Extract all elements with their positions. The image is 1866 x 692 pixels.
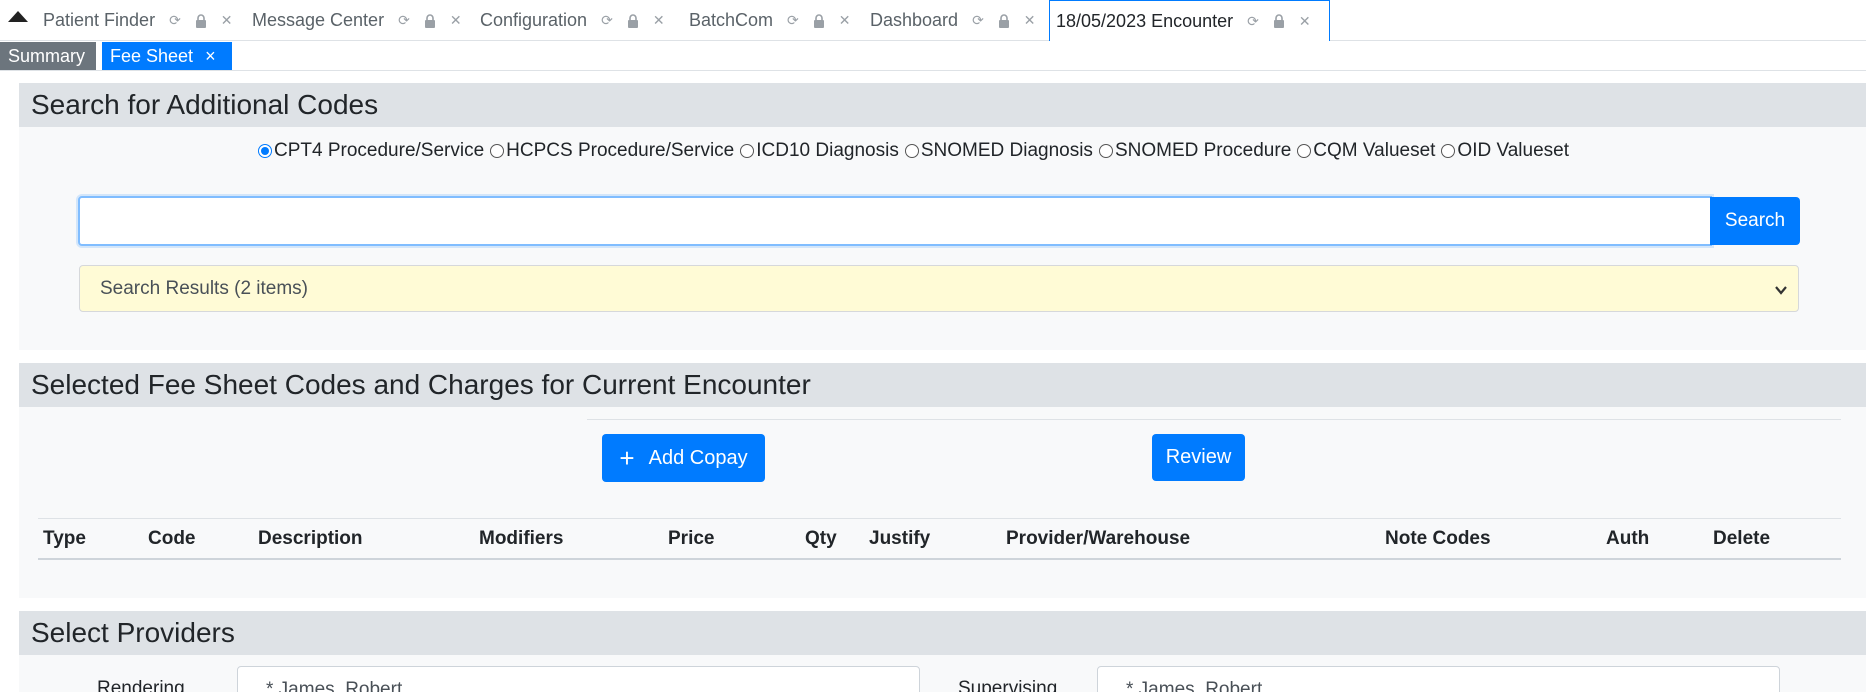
refresh-icon[interactable]: ⟳ — [972, 12, 984, 29]
tab-configuration[interactable]: Configuration ⟳ ✕ — [480, 0, 679, 41]
collapse-up-icon[interactable] — [7, 9, 29, 23]
tab-encounter[interactable]: 18/05/2023 Encounter ⟳ ✕ — [1049, 0, 1330, 41]
code-type-radio-group: CPT4 Procedure/Service HCPCS Procedure/S… — [258, 140, 1575, 162]
tab-label: BatchCom — [689, 10, 774, 30]
table-header-border — [38, 558, 1841, 560]
rendering-value: * James, Robert — [266, 679, 403, 692]
radio-oid-valueset[interactable]: OID Valueset — [1441, 140, 1575, 162]
lock-icon[interactable] — [627, 13, 639, 28]
column-header: Code — [148, 528, 196, 549]
column-header: Modifiers — [479, 528, 564, 549]
close-icon[interactable]: ✕ — [839, 12, 851, 29]
close-icon[interactable]: ✕ — [653, 12, 665, 29]
close-icon[interactable]: ✕ — [1299, 13, 1311, 30]
search-results-select[interactable]: Search Results (2 items) — [79, 265, 1799, 312]
refresh-icon[interactable]: ⟳ — [787, 12, 799, 29]
column-header: Justify — [869, 528, 931, 549]
tab-label: Message Center — [252, 10, 385, 30]
supervising-provider-select[interactable]: * James, Robert — [1097, 666, 1780, 692]
results-label: Search Results (2 items) — [100, 277, 309, 299]
fee-sheet-codes-section: Selected Fee Sheet Codes and Charges for… — [19, 363, 1866, 598]
close-icon[interactable]: ✕ — [221, 12, 233, 29]
search-button[interactable]: Search — [1710, 197, 1800, 245]
section-title: Selected Fee Sheet Codes and Charges for… — [19, 363, 1866, 407]
radio-icd10[interactable]: ICD10 Diagnosis — [740, 140, 905, 162]
close-icon[interactable]: × — [205, 46, 216, 67]
radio-snomed-procedure[interactable]: SNOMED Procedure — [1098, 140, 1297, 162]
plus-icon: + — [619, 443, 635, 473]
code-search-input[interactable] — [78, 196, 1712, 246]
column-header: Type — [43, 528, 86, 549]
tab-message-center[interactable]: Message Center ⟳ ✕ — [252, 0, 476, 41]
close-icon[interactable]: ✕ — [1024, 12, 1036, 29]
tab-batchcom[interactable]: BatchCom ⟳ ✕ — [689, 0, 865, 41]
lock-icon[interactable] — [195, 13, 207, 28]
radio-label: SNOMED Procedure — [1114, 140, 1292, 161]
radio-label: OID Valueset — [1457, 140, 1570, 161]
top-tab-bar: Patient Finder ⟳ ✕ Message Center ⟳ ✕ Co… — [0, 0, 1866, 41]
radio-label: CPT4 Procedure/Service — [274, 140, 485, 161]
rendering-label: Rendering — [97, 678, 185, 692]
tab-dashboard[interactable]: Dashboard ⟳ ✕ — [870, 0, 1050, 41]
refresh-icon[interactable]: ⟳ — [601, 12, 613, 29]
radio-hcpcs[interactable]: HCPCS Procedure/Service — [490, 140, 740, 162]
tab-patient-finder[interactable]: Patient Finder ⟳ ✕ — [43, 0, 247, 41]
add-copay-label: Add Copay — [648, 446, 748, 469]
section-title: Select Providers — [19, 611, 1866, 655]
rendering-provider-select[interactable]: * James, Robert — [237, 666, 920, 692]
subtab-label: Summary — [8, 45, 86, 66]
column-header: Price — [668, 528, 715, 549]
radio-unchecked-icon[interactable] — [1098, 144, 1113, 158]
radio-label: ICD10 Diagnosis — [756, 140, 899, 161]
subtab-fee-sheet[interactable]: Fee Sheet × — [102, 42, 232, 70]
radio-unchecked-icon[interactable] — [490, 144, 505, 158]
section-title: Search for Additional Codes — [19, 83, 1866, 127]
radio-label: CQM Valueset — [1313, 140, 1436, 161]
add-copay-button[interactable]: + Add Copay — [602, 434, 765, 482]
radio-unchecked-icon[interactable] — [1297, 144, 1312, 158]
lock-icon[interactable] — [998, 13, 1010, 28]
column-header: Note Codes — [1385, 528, 1491, 549]
supervising-value: * James, Robert — [1126, 679, 1263, 692]
refresh-icon[interactable]: ⟳ — [1247, 13, 1259, 30]
tab-label: 18/05/2023 Encounter — [1056, 10, 1234, 31]
supervising-label: Supervising — [958, 678, 1058, 692]
column-header: Description — [258, 528, 363, 549]
review-button[interactable]: Review — [1152, 434, 1245, 481]
radio-unchecked-icon[interactable] — [1441, 144, 1456, 158]
close-icon[interactable]: ✕ — [450, 12, 462, 29]
refresh-icon[interactable]: ⟳ — [169, 12, 181, 29]
subtab-label: Fee Sheet — [110, 45, 194, 66]
radio-label: HCPCS Procedure/Service — [506, 140, 735, 161]
refresh-icon[interactable]: ⟳ — [398, 12, 410, 29]
radio-snomed-diagnosis[interactable]: SNOMED Diagnosis — [904, 140, 1099, 162]
tab-label: Dashboard — [870, 10, 959, 30]
radio-label: SNOMED Diagnosis — [920, 140, 1093, 161]
radio-checked-icon[interactable] — [258, 144, 272, 158]
divider — [587, 419, 1841, 420]
column-header: Provider/Warehouse — [1006, 528, 1191, 549]
table-top-border — [38, 518, 1841, 519]
tab-label: Patient Finder — [43, 10, 156, 30]
radio-unchecked-icon[interactable] — [740, 144, 755, 158]
chevron-down-icon — [1774, 281, 1788, 303]
lock-icon[interactable] — [1273, 14, 1285, 28]
lock-icon[interactable] — [424, 13, 436, 28]
column-header: Qty — [805, 528, 837, 549]
column-header: Delete — [1713, 528, 1771, 549]
radio-unchecked-icon[interactable] — [904, 144, 919, 158]
tab-label: Configuration — [480, 10, 588, 30]
sub-tab-bar: Summary Fee Sheet × — [0, 41, 1866, 71]
column-header: Auth — [1606, 528, 1650, 549]
radio-cqm-valueset[interactable]: CQM Valueset — [1297, 140, 1441, 162]
lock-icon[interactable] — [813, 13, 825, 28]
subtab-summary[interactable]: Summary — [0, 42, 96, 70]
radio-cpt4[interactable]: CPT4 Procedure/Service — [258, 140, 490, 162]
